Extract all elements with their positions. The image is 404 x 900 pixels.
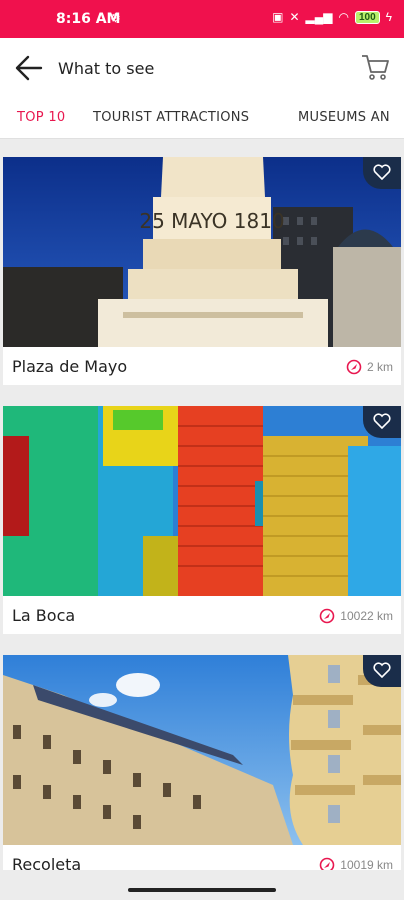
page-title: What to see — [58, 59, 155, 78]
heart-icon — [373, 413, 391, 429]
category-tabs: TOP 10 TOURIST ATTRACTIONS MUSEUMS AN — [0, 98, 404, 139]
place-distance: 2 km — [346, 359, 393, 375]
place-caption: Plaza de Mayo 2 km — [3, 347, 401, 385]
status-icons: ▣ ✕ ▂▄▆ ◠ 100 ϟ — [272, 10, 392, 24]
wifi-icon: ◠ — [338, 10, 349, 24]
place-card-la-boca[interactable]: La Boca 10022 km — [3, 406, 401, 634]
monument-inscription: 25 MAYO 1810 — [139, 209, 284, 233]
place-image: 25 MAYO 1810 — [3, 157, 401, 347]
place-card-recoleta[interactable]: Recoleta 10019 km — [3, 655, 401, 883]
signal-icon: ▂▄▆ — [305, 10, 333, 24]
app-bar: What to see — [0, 38, 404, 99]
battery-icon: 100 — [354, 10, 380, 24]
arrow-left-icon[interactable] — [14, 54, 44, 82]
place-image — [3, 655, 401, 845]
distance-value: 2 km — [366, 360, 393, 374]
favorite-button[interactable] — [363, 406, 401, 438]
place-image — [3, 406, 401, 596]
tab-top-10[interactable]: TOP 10 — [17, 110, 66, 125]
tab-museums[interactable]: MUSEUMS AN — [298, 110, 390, 125]
gesture-nav-bar — [0, 870, 404, 900]
status-bar: 8:16 AM ⚙ ▣ ✕ ▂▄▆ ◠ 100 ϟ — [0, 0, 404, 38]
compass-icon — [319, 608, 335, 624]
favorite-button[interactable] — [363, 157, 401, 189]
heart-icon — [373, 164, 391, 180]
place-name: La Boca — [12, 606, 76, 625]
place-card-plaza-de-mayo[interactable]: 25 MAYO 1810 Plaza de Mayo 2 km — [3, 157, 401, 385]
place-name: Plaza de Mayo — [12, 357, 128, 376]
compass-icon — [346, 359, 362, 375]
cart-icon[interactable] — [360, 52, 390, 82]
place-caption: La Boca 10022 km — [3, 596, 401, 634]
nfc-icon: ▣ — [272, 10, 284, 24]
home-indicator[interactable] — [128, 888, 276, 892]
charging-icon: ϟ — [385, 10, 392, 24]
favorite-button[interactable] — [363, 655, 401, 687]
mute-icon: ✕ — [289, 10, 300, 24]
place-distance: 10022 km — [319, 608, 393, 624]
tab-tourist-attractions[interactable]: TOURIST ATTRACTIONS — [93, 110, 249, 125]
heart-icon — [373, 662, 391, 678]
distance-value: 10022 km — [340, 609, 393, 623]
settings-status-icon: ⚙ — [110, 11, 121, 25]
